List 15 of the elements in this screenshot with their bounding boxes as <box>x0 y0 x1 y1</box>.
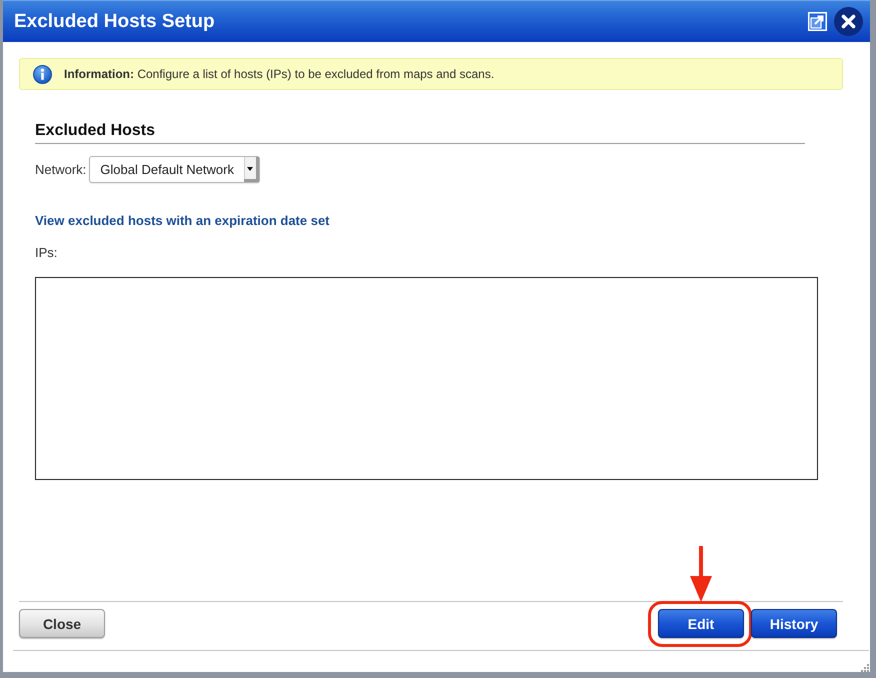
section-heading: Excluded Hosts <box>35 121 805 144</box>
expiration-hosts-link[interactable]: View excluded hosts with an expiration date set <box>35 213 330 229</box>
dropdown-caret-icon <box>244 157 260 182</box>
info-message: Information: Configure a list of hosts (IPs) to be excluded from maps and scans. <box>64 67 494 81</box>
history-button[interactable]: History <box>751 609 837 638</box>
close-button[interactable]: Close <box>19 609 105 638</box>
network-select[interactable]: Global Default Network <box>89 156 260 183</box>
ips-label: IPs: <box>35 245 58 261</box>
resize-grip-icon[interactable] <box>861 664 869 672</box>
close-icon[interactable] <box>834 7 863 36</box>
window-title: Excluded Hosts Setup <box>14 10 216 34</box>
popout-icon[interactable] <box>808 12 827 31</box>
info-icon <box>33 64 52 84</box>
network-label: Network: <box>35 162 86 178</box>
edit-button[interactable]: Edit <box>658 609 744 638</box>
